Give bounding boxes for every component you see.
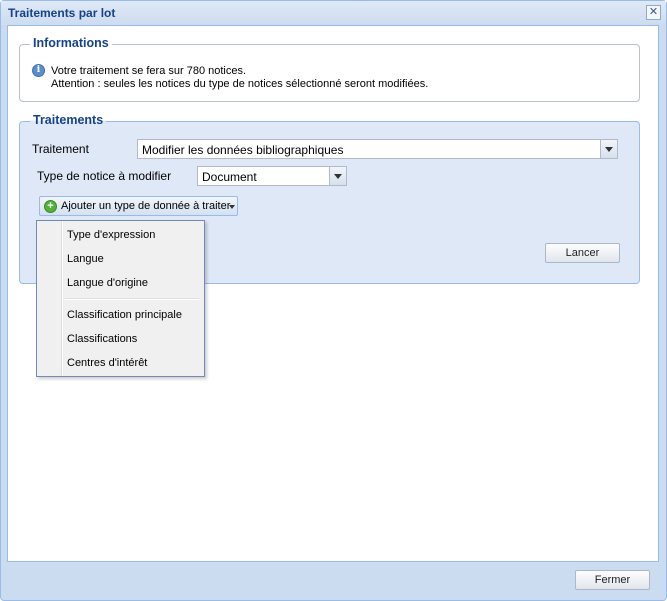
menu-item-langue[interactable]: Langue	[67, 253, 197, 265]
add-data-type-label: Ajouter un type de donnée à traiter	[61, 200, 231, 212]
informations-legend: Informations	[30, 36, 112, 50]
fermer-button[interactable]: Fermer	[575, 570, 650, 590]
info-line-2: Attention : seules les notices du type d…	[51, 78, 429, 90]
traitement-label: Traitement	[32, 142, 89, 156]
close-icon[interactable]: ✕	[646, 5, 661, 20]
add-data-type-button[interactable]: + Ajouter un type de donnée à traiter	[39, 196, 238, 216]
menu-item-type-expression[interactable]: Type d'expression	[67, 229, 197, 241]
info-line-1: Votre traitement se fera sur 780 notices…	[51, 65, 247, 77]
type-notice-select-value: Document	[202, 170, 257, 184]
dialog-title: Traitements par lot	[8, 6, 116, 20]
dialog-window: Traitements par lot ✕ Informations i Vot…	[0, 0, 667, 601]
menu-item-classification-principale[interactable]: Classification principale	[67, 309, 197, 321]
informations-fieldset: Informations i Votre traitement se fera …	[19, 36, 640, 102]
lancer-button[interactable]: Lancer	[545, 243, 620, 263]
chevron-down-icon[interactable]	[329, 167, 346, 185]
title-bar: Traitements par lot ✕	[1, 1, 666, 25]
add-icon: +	[44, 200, 57, 213]
menu-item-langue-origine[interactable]: Langue d'origine	[67, 277, 197, 289]
caret-down-icon	[229, 205, 235, 209]
info-icon: i	[32, 64, 45, 77]
chevron-down-icon[interactable]	[600, 140, 617, 158]
type-notice-label: Type de notice à modifier	[37, 169, 172, 183]
traitement-select[interactable]: Modifier les données bibliographiques	[137, 139, 618, 159]
data-type-menu: Type d'expression Langue Langue d'origin…	[36, 220, 205, 377]
traitements-legend: Traitements	[30, 113, 107, 127]
menu-item-classifications[interactable]: Classifications	[67, 333, 197, 345]
traitement-select-value: Modifier les données bibliographiques	[142, 143, 344, 157]
menu-separator	[65, 298, 199, 300]
menu-item-centres-interet[interactable]: Centres d'intérêt	[67, 357, 197, 369]
type-notice-select[interactable]: Document	[197, 166, 347, 186]
